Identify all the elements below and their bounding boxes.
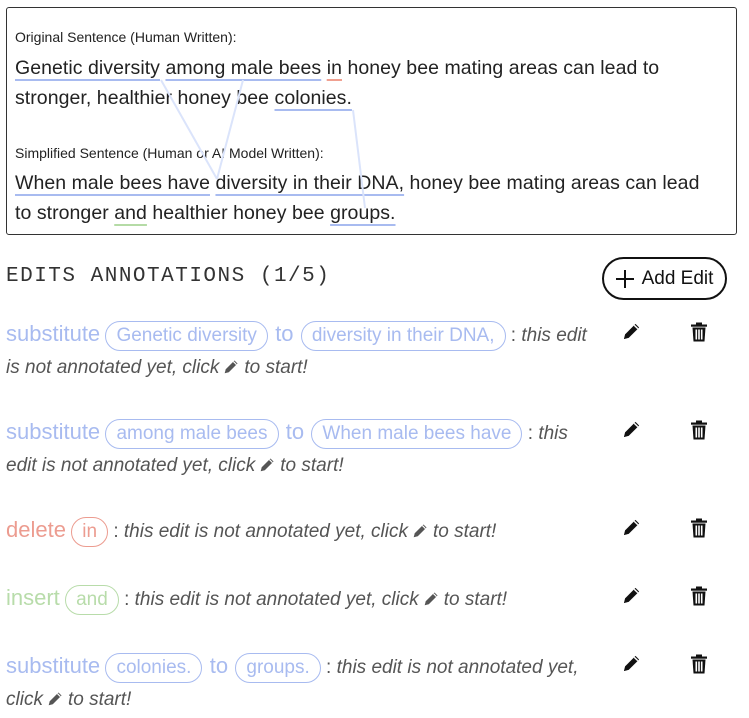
sentence-text: to stronger: [15, 202, 115, 224]
original-sentence-line-1: Genetic diversity among male bees in hon…: [15, 57, 659, 80]
edited-span: Genetic diversity: [15, 57, 160, 79]
edit-operation: substitute: [6, 321, 101, 346]
edit-item: insert and : this edit is not annotated …: [6, 582, 596, 618]
edit-item: delete in : this edit is not annotated y…: [6, 514, 596, 550]
simplified-sentence-line-1: When male bees have diversity in their D…: [15, 172, 699, 195]
annotation-status-text: this edit is not annotated yet, click: [123, 521, 408, 542]
edit-operation: delete: [6, 517, 66, 542]
to-connector: to: [285, 419, 305, 444]
colon-separator: :: [113, 521, 119, 542]
trash-icon[interactable]: [690, 518, 708, 543]
annotation-status-text: to start!: [280, 455, 344, 476]
edit-pencil-icon[interactable]: [622, 653, 642, 678]
edited-span: and: [114, 202, 147, 224]
edited-span: groups.: [330, 202, 396, 224]
target-span-pill[interactable]: groups.: [235, 653, 321, 683]
edit-operation: insert: [6, 585, 60, 610]
colon-separator: :: [326, 657, 332, 678]
edited-span: diversity in their DNA,: [215, 172, 405, 194]
sentence-text: stronger, healthier honey bee: [15, 87, 275, 109]
sentence-text: honey bee mating areas can lead: [404, 172, 700, 194]
sentence-text: healthier honey bee: [146, 202, 331, 224]
edit-operation: substitute: [6, 419, 101, 444]
to-connector: to: [209, 653, 229, 678]
pencil-icon: [47, 686, 64, 718]
colon-separator: :: [510, 325, 517, 346]
sentence-text: honey bee mating areas can lead to: [341, 57, 660, 79]
source-span-pill[interactable]: Genetic diversity: [105, 321, 268, 351]
add-edit-button[interactable]: Add Edit: [602, 257, 727, 300]
edited-span: colonies.: [274, 87, 352, 109]
annotation-status-text: to start!: [67, 689, 132, 710]
edit-pencil-icon[interactable]: [622, 585, 642, 610]
edit-pencil-icon[interactable]: [622, 321, 642, 346]
source-span-pill[interactable]: colonies.: [105, 653, 203, 683]
edited-span: among male bees: [165, 57, 322, 79]
annotation-status-text: to start!: [244, 357, 308, 378]
original-sentence-label: Original Sentence (Human Written):: [15, 29, 237, 45]
annotation-status-text: to start!: [443, 589, 508, 610]
edit-item: substitute Genetic diversity to diversit…: [6, 318, 596, 386]
to-connector: to: [275, 321, 294, 346]
source-span-pill[interactable]: and: [65, 585, 119, 615]
target-span-pill[interactable]: When male bees have: [311, 419, 523, 449]
edit-item: substitute colonies. to groups. : this e…: [6, 650, 596, 718]
edited-span: in: [326, 57, 342, 79]
edited-span: When male bees have: [15, 172, 210, 194]
simplified-sentence-line-2: to stronger and healthier honey bee grou…: [15, 202, 396, 225]
trash-icon[interactable]: [690, 420, 708, 445]
edit-item: substitute among male bees to When male …: [6, 416, 596, 484]
edit-pencil-icon[interactable]: [622, 419, 642, 444]
original-sentence-line-2: stronger, healthier honey bee colonies.: [15, 87, 352, 110]
trash-icon[interactable]: [690, 322, 708, 347]
edit-pencil-icon[interactable]: [622, 517, 642, 542]
edits-annotations-heading: EDITS ANNOTATIONS (1/5): [6, 265, 331, 288]
annotation-status-text: this edit is not annotated yet, click: [134, 589, 419, 610]
source-span-pill[interactable]: in: [71, 517, 109, 547]
pencil-icon: [259, 452, 276, 484]
simplified-sentence-label: Simplified Sentence (Human or AI Model W…: [15, 145, 324, 161]
colon-separator: :: [124, 589, 130, 610]
pencil-icon: [412, 518, 429, 550]
target-span-pill[interactable]: diversity in their DNA,: [300, 321, 506, 351]
add-edit-label: Add Edit: [641, 267, 714, 289]
pencil-icon: [223, 354, 240, 386]
trash-icon[interactable]: [690, 586, 708, 611]
plus-icon: [615, 269, 634, 288]
colon-separator: :: [527, 423, 534, 444]
source-span-pill[interactable]: among male bees: [105, 419, 279, 449]
pencil-icon: [423, 586, 440, 618]
edit-operation: substitute: [6, 653, 101, 678]
annotation-status-text: to start!: [432, 521, 497, 542]
trash-icon[interactable]: [690, 654, 708, 679]
sentence-panel: Original Sentence (Human Written): Genet…: [6, 7, 737, 235]
